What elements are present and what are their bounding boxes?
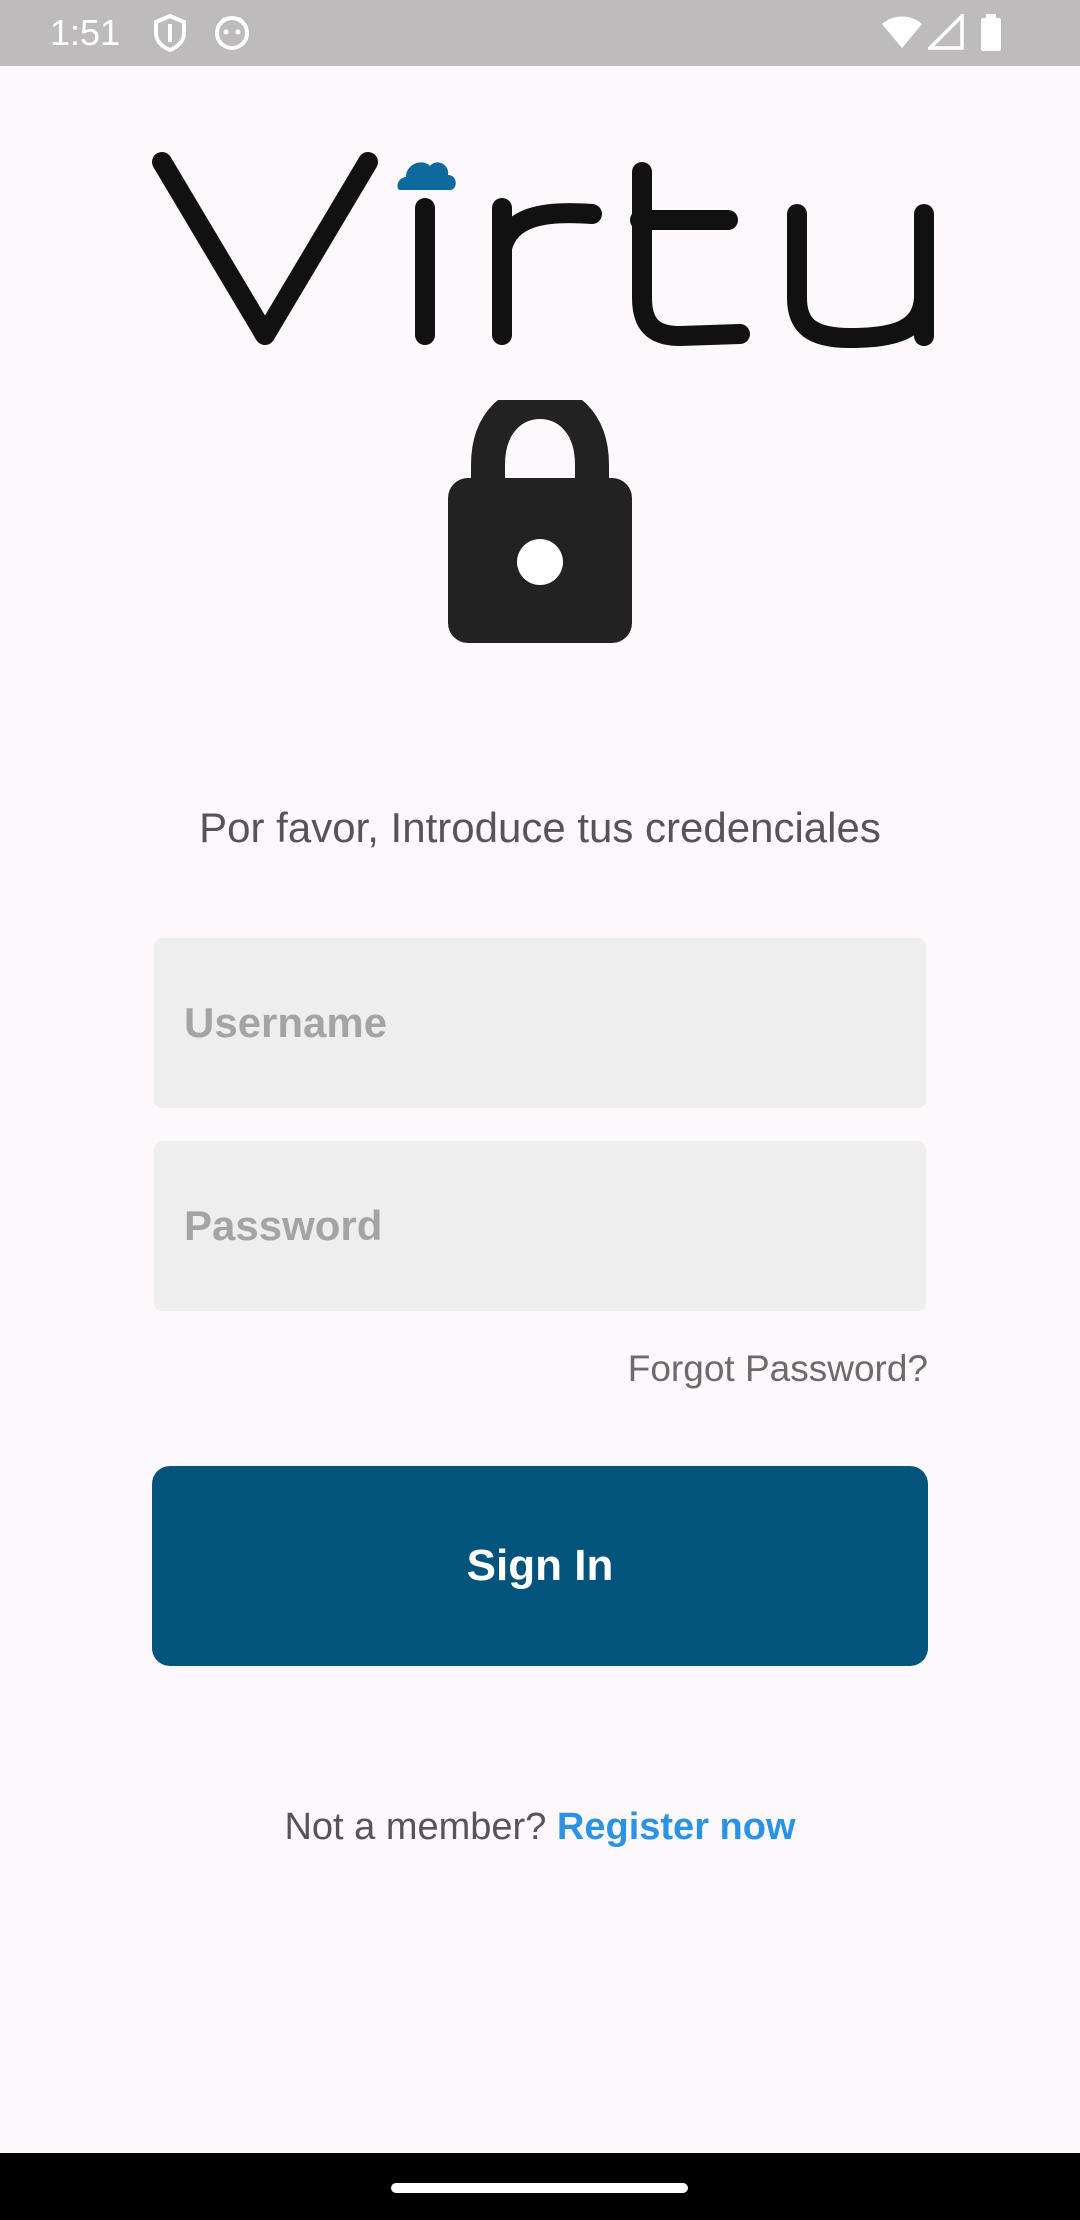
battery-icon bbox=[981, 14, 1001, 51]
password-input[interactable] bbox=[154, 1141, 926, 1311]
wifi-icon bbox=[882, 16, 922, 48]
lock-icon bbox=[448, 400, 632, 643]
register-prompt: Not a member? bbox=[284, 1806, 557, 1848]
forgot-password-link[interactable]: Forgot Password? bbox=[628, 1348, 928, 1390]
register-now-link[interactable]: Register now bbox=[557, 1806, 796, 1848]
username-input[interactable] bbox=[154, 938, 926, 1108]
credentials-prompt: Por favor, Introduce tus credenciales bbox=[199, 804, 881, 851]
navigation-bar bbox=[0, 2153, 1080, 2220]
status-bar: 1:51 bbox=[0, 0, 1080, 66]
signal-icon bbox=[928, 14, 964, 50]
sign-in-button[interactable]: Sign In bbox=[152, 1466, 928, 1666]
android-icon bbox=[215, 16, 249, 50]
cloud-icon bbox=[397, 162, 456, 190]
home-gesture-handle[interactable] bbox=[391, 2183, 688, 2193]
status-time: 1:51 bbox=[50, 12, 121, 53]
shield-icon bbox=[154, 14, 186, 52]
virtu-logo bbox=[152, 152, 934, 348]
register-row: Not a member? Register now bbox=[0, 1806, 1080, 1849]
